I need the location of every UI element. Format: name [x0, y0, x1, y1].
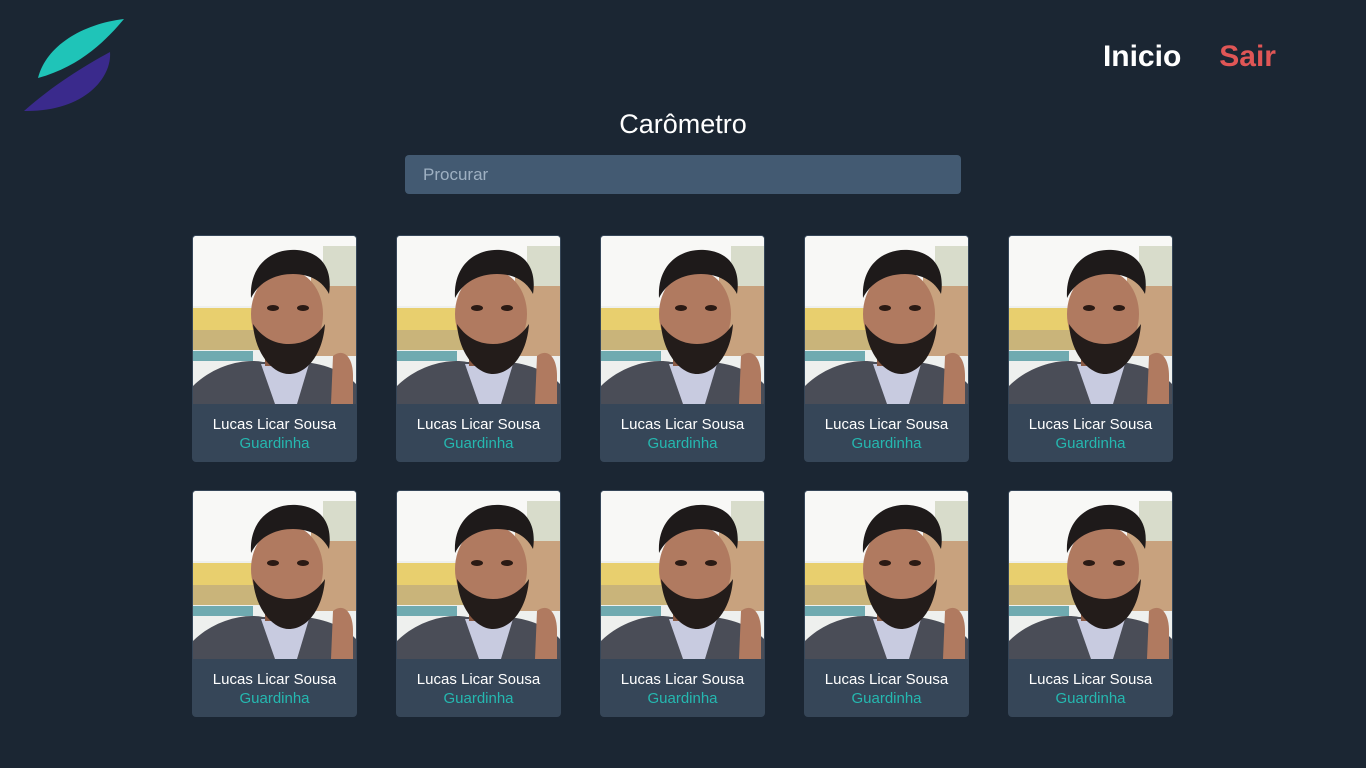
people-grid: Lucas Licar Sousa Guardinha Lucas Licar … [192, 235, 1174, 717]
person-role: Guardinha [647, 690, 718, 707]
person-card-info: Lucas Licar Sousa Guardinha [804, 404, 969, 462]
person-name: Lucas Licar Sousa [416, 416, 541, 433]
search-input[interactable] [405, 155, 961, 194]
person-photo [397, 491, 560, 659]
person-photo [1009, 236, 1172, 404]
person-card[interactable]: Lucas Licar Sousa Guardinha [192, 235, 357, 462]
person-role: Guardinha [239, 435, 310, 452]
person-name: Lucas Licar Sousa [824, 671, 949, 688]
person-role: Guardinha [851, 435, 922, 452]
person-card[interactable]: Lucas Licar Sousa Guardinha [1008, 490, 1173, 717]
person-name: Lucas Licar Sousa [212, 671, 337, 688]
person-name: Lucas Licar Sousa [212, 416, 337, 433]
nav-inicio-link[interactable]: Inicio [1103, 38, 1181, 76]
person-photo [601, 491, 764, 659]
person-card-info: Lucas Licar Sousa Guardinha [1008, 404, 1173, 462]
top-nav: Inicio Sair [1103, 38, 1276, 76]
person-role: Guardinha [647, 435, 718, 452]
person-card[interactable]: Lucas Licar Sousa Guardinha [396, 235, 561, 462]
person-photo [1009, 491, 1172, 659]
person-card-info: Lucas Licar Sousa Guardinha [804, 659, 969, 717]
person-card-info: Lucas Licar Sousa Guardinha [600, 659, 765, 717]
person-photo [193, 236, 356, 404]
page-title: Carômetro [619, 109, 747, 139]
person-role: Guardinha [851, 690, 922, 707]
person-card[interactable]: Lucas Licar Sousa Guardinha [804, 235, 969, 462]
person-card-info: Lucas Licar Sousa Guardinha [396, 659, 561, 717]
person-photo [397, 236, 560, 404]
person-card-info: Lucas Licar Sousa Guardinha [1008, 659, 1173, 717]
person-name: Lucas Licar Sousa [1028, 416, 1153, 433]
person-card[interactable]: Lucas Licar Sousa Guardinha [1008, 235, 1173, 462]
person-card-info: Lucas Licar Sousa Guardinha [396, 404, 561, 462]
person-role: Guardinha [239, 690, 310, 707]
brand-logo-icon[interactable] [22, 16, 128, 114]
person-name: Lucas Licar Sousa [620, 671, 745, 688]
person-card[interactable]: Lucas Licar Sousa Guardinha [600, 490, 765, 717]
person-name: Lucas Licar Sousa [620, 416, 745, 433]
person-photo [805, 491, 968, 659]
person-card-info: Lucas Licar Sousa Guardinha [192, 659, 357, 717]
person-name: Lucas Licar Sousa [824, 416, 949, 433]
person-name: Lucas Licar Sousa [416, 671, 541, 688]
person-card[interactable]: Lucas Licar Sousa Guardinha [804, 490, 969, 717]
person-role: Guardinha [1055, 690, 1126, 707]
person-role: Guardinha [443, 435, 514, 452]
person-role: Guardinha [443, 690, 514, 707]
person-photo [193, 491, 356, 659]
person-card-info: Lucas Licar Sousa Guardinha [192, 404, 357, 462]
person-role: Guardinha [1055, 435, 1126, 452]
person-photo [601, 236, 764, 404]
person-photo [805, 236, 968, 404]
person-card[interactable]: Lucas Licar Sousa Guardinha [600, 235, 765, 462]
person-name: Lucas Licar Sousa [1028, 671, 1153, 688]
person-card[interactable]: Lucas Licar Sousa Guardinha [192, 490, 357, 717]
nav-sair-link[interactable]: Sair [1219, 38, 1276, 76]
person-card[interactable]: Lucas Licar Sousa Guardinha [396, 490, 561, 717]
person-card-info: Lucas Licar Sousa Guardinha [600, 404, 765, 462]
